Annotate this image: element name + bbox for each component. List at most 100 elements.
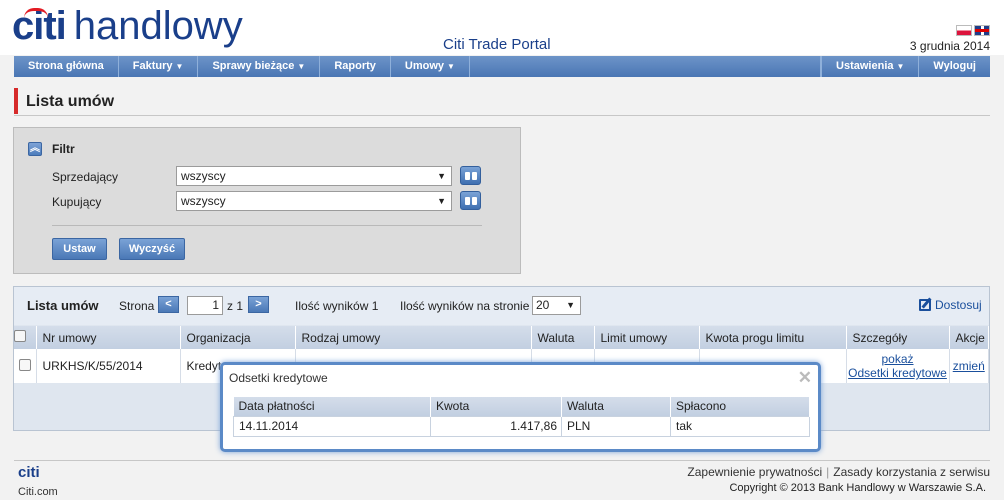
polish-flag-icon[interactable] (956, 25, 972, 36)
nav-home-label: Strona główna (28, 60, 104, 72)
payment-currency: PLN (561, 415, 671, 437)
page-number-input[interactable]: 1 (187, 296, 223, 315)
col-contract-limit[interactable]: Limit umowy (594, 326, 700, 349)
page-of: z 1 (227, 299, 244, 313)
nav-contracts-label: Umowy (404, 60, 444, 72)
col-organization[interactable]: Organizacja (180, 326, 296, 349)
current-date: 3 grudnia 2014 (909, 39, 990, 53)
filter-panel: ︽ Filtr Sprzedający wszyscy ▼ Kupujący ws… (13, 127, 521, 274)
customize-label: Dostosuj (935, 298, 982, 312)
seller-select[interactable]: wszyscy ▼ (176, 166, 452, 186)
col-actions: Akcje (949, 326, 989, 349)
interest-header-row: Data płatności Kwota Waluta Spłacono (233, 397, 810, 416)
footer-separator: | (826, 465, 830, 479)
col-currency: Waluta (561, 397, 671, 416)
credit-interest-popup: Odsetki kredytowe ✕ Data płatności Kwota… (220, 362, 821, 452)
page-title: Lista umów (26, 93, 115, 110)
caret-down-icon: ▼ (447, 62, 455, 71)
footer: citi Citi.com Zapewnienie prywatności | Za… (14, 460, 990, 500)
row-select-cell (14, 349, 37, 383)
citi-handlowy-logo[interactable]: citi handlowy (12, 4, 243, 52)
per-page-label: Ilość wyników na stronie (400, 299, 530, 313)
clear-filter-button[interactable]: Wyczyść (119, 238, 185, 260)
filter-divider (52, 225, 482, 226)
collapse-filter-icon[interactable]: ︽ (28, 142, 42, 156)
edit-icon (919, 299, 931, 311)
seller-search-binoculars-icon[interactable] (460, 166, 481, 185)
nav-settings-label: Ustawienia (836, 60, 894, 72)
caret-down-icon: ▼ (297, 62, 306, 71)
col-limit-threshold[interactable]: Kwota progu limitu (699, 326, 847, 349)
portal-title: Citi Trade Portal (443, 36, 551, 53)
buyer-label: Kupujący (52, 195, 102, 209)
footer-links: Zapewnienie prywatności | Zasady korzystan… (687, 465, 990, 479)
nav-current-matters[interactable]: Sprawy bieżące ▼ (198, 56, 321, 77)
privacy-link[interactable]: Zapewnienie prywatności (687, 465, 822, 479)
nav-current-matters-label: Sprawy bieżące (212, 60, 295, 72)
copyright: Copyright © 2013 Bank Handlowy w Warszaw… (729, 482, 986, 494)
table-row: 14.11.2014 1.417,86 PLN tak (233, 415, 810, 437)
select-all-header (14, 326, 37, 349)
next-page-button[interactable]: > (248, 296, 269, 313)
table-header-row: Nr umowy Organizacja Rodzaj umowy Waluta… (14, 326, 989, 349)
col-currency[interactable]: Waluta (531, 326, 595, 349)
nav-contracts[interactable]: Umowy ▼ (391, 56, 470, 77)
results-count: Ilość wyników 1 (295, 299, 379, 313)
per-page-select[interactable]: 20 ▼ (532, 296, 581, 315)
nav-logout[interactable]: Wyloguj (918, 56, 990, 77)
buyer-select[interactable]: wszyscy ▼ (176, 191, 452, 211)
edit-contract-link[interactable]: zmień (953, 359, 985, 373)
popup-title: Odsetki kredytowe (229, 371, 328, 385)
col-contract-type[interactable]: Rodzaj umowy (295, 326, 532, 349)
list-title: Lista umów (27, 298, 99, 313)
col-amount: Kwota (430, 397, 562, 416)
apply-filter-button[interactable]: Ustaw (52, 238, 107, 260)
details-cell: pokaż Odsetki kredytowe (846, 349, 950, 383)
nav-reports[interactable]: Raporty (320, 56, 391, 77)
actions-cell: zmień (949, 349, 989, 383)
footer-logo[interactable]: citi (18, 464, 40, 481)
footer-site-link[interactable]: Citi.com (18, 486, 58, 498)
col-contract-no[interactable]: Nr umowy (36, 326, 181, 349)
nav-invoices[interactable]: Faktury ▼ (119, 56, 199, 77)
title-accent-bar (14, 88, 18, 114)
nav-logout-label: Wyloguj (933, 60, 976, 72)
filter-label: Filtr (52, 142, 75, 156)
seller-label: Sprzedający (52, 170, 119, 184)
credit-interest-link[interactable]: Odsetki kredytowe (847, 366, 949, 380)
dropdown-arrow-icon: ▼ (566, 300, 575, 310)
select-all-checkbox[interactable] (14, 330, 26, 342)
buyer-select-value: wszyscy (181, 194, 226, 208)
page-label: Strona (119, 299, 155, 313)
logo-bank: handlowy (73, 4, 243, 48)
payment-date: 14.11.2014 (233, 415, 431, 437)
dropdown-arrow-icon: ▼ (437, 196, 446, 206)
row-checkbox[interactable] (18, 358, 31, 371)
col-repaid: Spłacono (670, 397, 810, 416)
caret-down-icon: ▼ (175, 62, 184, 71)
col-details: Szczegóły (846, 326, 950, 349)
contract-number: URKHS/K/55/2014 (36, 349, 181, 383)
customize-link[interactable]: Dostosuj (919, 298, 982, 312)
col-payment-date: Data płatności (233, 397, 431, 416)
caret-down-icon: ▼ (896, 62, 905, 71)
payment-repaid: tak (670, 415, 810, 437)
nav-invoices-label: Faktury (132, 60, 173, 72)
header: citi handlowy Citi Trade Portal 3 grudni… (0, 0, 1004, 55)
payment-amount: 1.417,86 (430, 415, 562, 437)
page-title-bar: Lista umów (14, 88, 990, 116)
close-icon[interactable]: ✕ (798, 368, 812, 388)
seller-select-value: wszyscy (181, 169, 226, 183)
interest-table: Data płatności Kwota Waluta Spłacono 14.… (233, 397, 810, 437)
main-nav: Strona główna Faktury ▼ Sprawy bieżące ▼ R… (14, 56, 990, 77)
buyer-search-binoculars-icon[interactable] (460, 191, 481, 210)
list-toolbar: Lista umów Strona < 1 z 1 > Ilość wynikó… (14, 287, 989, 325)
nav-settings[interactable]: Ustawienia ▼ (821, 56, 918, 77)
show-details-link[interactable]: pokaż (847, 352, 949, 366)
prev-page-button[interactable]: < (158, 296, 179, 313)
terms-link[interactable]: Zasady korzystania z serwisu (833, 465, 990, 479)
per-page-value: 20 (536, 298, 550, 312)
nav-home[interactable]: Strona główna (14, 56, 119, 77)
english-flag-icon[interactable] (974, 25, 990, 36)
nav-reports-label: Raporty (334, 60, 376, 72)
